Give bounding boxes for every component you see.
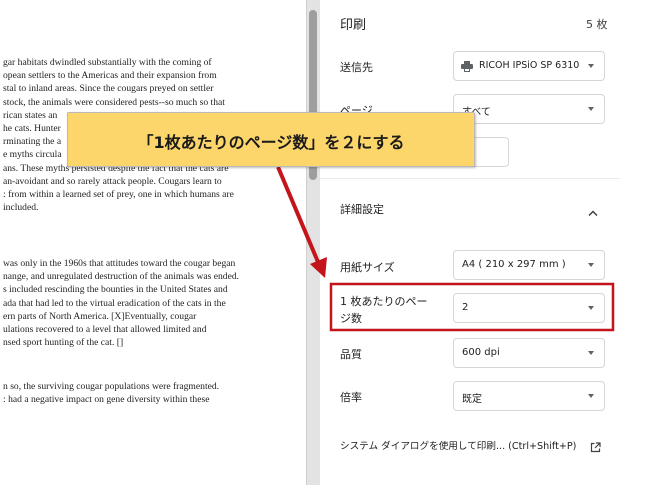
scale-select[interactable]: 既定 [453, 381, 605, 411]
chevron-down-icon [588, 306, 594, 310]
preview-text-line: was only in the 1960s that attitudes tow… [3, 258, 236, 269]
advanced-settings-label: 詳細設定 [340, 203, 384, 216]
paper-size-label: 用紙サイズ [340, 261, 395, 274]
chevron-down-icon [588, 107, 594, 111]
chevron-down-icon [588, 64, 594, 68]
preview-paragraph: was only in the 1960s that attitudes tow… [3, 257, 303, 349]
preview-text-line: ada that had led to the virtual eradicat… [3, 297, 226, 309]
preview-text-line: stock, the animals were considered pests… [3, 96, 225, 108]
print-preview: gar habitats dwindled substantially with… [0, 0, 306, 485]
scale-label: 倍率 [340, 391, 362, 404]
preview-text-line: ern parts of North America. [X]Eventuall… [3, 310, 197, 322]
destination-label: 送信先 [340, 61, 373, 74]
preview-text-line: gar habitats dwindled substantially with… [3, 57, 212, 68]
pages-select[interactable]: すべて [453, 94, 605, 124]
pages-per-sheet-label: 1 枚あたりのページ数 [340, 295, 428, 325]
chevron-down-icon [588, 394, 594, 398]
preview-text-line: : had a negative impact on gene diversit… [3, 394, 210, 406]
print-title: 印刷 [340, 18, 367, 33]
preview-paragraph: n so, the surviving cougar populations w… [3, 380, 303, 406]
instruction-callout: 「1枚あたりのページ数」を２にする [67, 112, 475, 167]
quality-select[interactable]: 600 dpi [453, 338, 605, 368]
divider [320, 178, 620, 179]
chevron-up-icon[interactable] [588, 202, 598, 217]
system-dialog-link[interactable]: システム ダイアログを使用して印刷... (Ctrl+Shift+P) [340, 438, 576, 452]
preview-text-line: nsed sport hunting of the cat. [] [3, 337, 124, 349]
paper-size-select[interactable]: A4 ( 210 x 297 mm ) [453, 250, 605, 280]
preview-text-line: stal to inland areas. Since the cougars … [3, 83, 214, 95]
quality-label: 品質 [340, 348, 362, 361]
open-external-icon[interactable] [590, 438, 601, 453]
preview-text-line: n so, the surviving cougar populations w… [3, 381, 220, 392]
print-settings-panel: 印刷 5 枚 送信先 RICOH IPSiO SP 6310 RPCS ページ … [320, 0, 650, 485]
preview-text-line: an-avoidant and so rarely attack people.… [3, 175, 222, 187]
chevron-down-icon [588, 351, 594, 355]
pages-per-sheet-select[interactable]: 2 [453, 293, 605, 323]
preview-text-line: nange, and unregulated destruction of th… [3, 271, 240, 283]
preview-text-line: ulations recovered to a level that allow… [3, 324, 207, 336]
printer-icon [461, 61, 473, 72]
preview-text-line: s included rescinding the bounties in th… [3, 284, 228, 296]
preview-text-line: opean settlers to the Americas and their… [3, 70, 217, 82]
callout-text: 「1枚あたりのページ数」を２にする [137, 133, 405, 152]
preview-text-line: included. [3, 202, 39, 214]
sheet-count: 5 枚 [586, 18, 608, 31]
preview-text-line: : from within a learned set of prey, one… [3, 189, 234, 201]
chevron-down-icon [588, 263, 594, 267]
destination-select[interactable]: RICOH IPSiO SP 6310 RPCS [453, 51, 605, 81]
